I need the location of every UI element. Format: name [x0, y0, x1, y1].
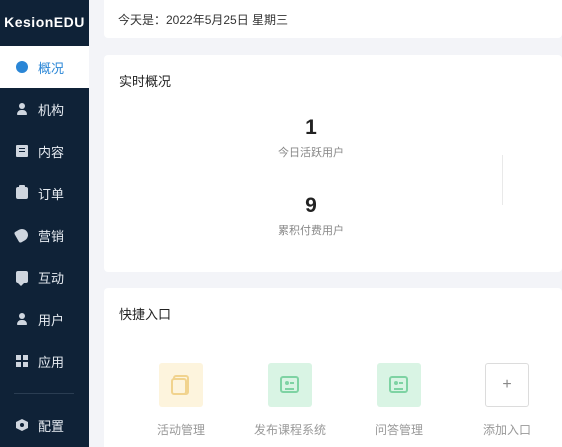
stat-paid-users: 9 累积付费用户 — [264, 194, 358, 238]
stat-value: 1 — [305, 116, 317, 139]
content-icon — [16, 145, 28, 157]
sidebar-item-label: 配置 — [38, 418, 65, 434]
quick-entry-card: 快捷入口 活动管理 发布课程系统 问答管理 + 添加入口 — [104, 288, 562, 447]
stat-divider — [502, 155, 503, 205]
chat-icon — [16, 271, 28, 286]
sidebar-item-orders[interactable]: 订单 — [0, 172, 89, 214]
sidebar-item-label: 内容 — [38, 144, 65, 160]
sidebar-item-label: 机构 — [38, 102, 65, 118]
brand-logo[interactable]: KesionEDU — [0, 0, 89, 44]
tag-icon — [13, 226, 31, 244]
sidebar-item-label: 用户 — [38, 312, 65, 328]
sidebar-item-overview[interactable]: 概况 — [0, 46, 89, 88]
sidebar-item-marketing[interactable]: 营销 — [0, 214, 89, 256]
realtime-title: 实时概况 — [119, 74, 172, 89]
sidebar-item-settings[interactable]: 配置 — [0, 404, 89, 446]
quick-item-qa[interactable]: 问答管理 — [353, 363, 445, 438]
quick-item-label: 添加入口 — [482, 423, 531, 437]
quick-title: 快捷入口 — [119, 307, 172, 322]
sidebar-item-label: 订单 — [38, 186, 65, 202]
quick-item-label: 发布课程系统 — [253, 423, 326, 437]
quick-item-label: 活动管理 — [156, 423, 205, 437]
sidebar: KesionEDU 概况 机构 内容 订单 营销 互动 用户 应用 配置 — [0, 0, 89, 447]
settings-icon — [16, 419, 28, 431]
sidebar-divider — [14, 393, 74, 394]
sidebar-item-interaction[interactable]: 互动 — [0, 256, 89, 298]
sidebar-item-label: 应用 — [38, 354, 65, 370]
grid-icon — [16, 355, 28, 367]
plus-icon: + — [485, 363, 529, 407]
sidebar-item-label: 营销 — [38, 228, 65, 244]
stat-active-users: 1 今日活跃用户 — [264, 116, 358, 160]
qa-icon — [377, 363, 421, 407]
sidebar-item-apps[interactable]: 应用 — [0, 340, 89, 382]
user-icon — [16, 313, 28, 325]
quick-item-add[interactable]: + 添加入口 — [461, 363, 553, 438]
date-text: 今天是：2022年5月25日 星期三 — [118, 12, 289, 27]
realtime-overview-card: 实时概况 1 今日活跃用户 9 累积付费用户 — [104, 55, 562, 272]
stat-value: 9 — [305, 194, 317, 217]
activity-icon — [159, 363, 203, 407]
quick-item-course[interactable]: 发布课程系统 — [244, 363, 336, 438]
course-icon — [268, 363, 312, 407]
stat-label: 今日活跃用户 — [278, 147, 344, 159]
sidebar-item-label: 概况 — [38, 60, 65, 76]
stat-label: 累积付费用户 — [278, 225, 344, 237]
header-bar: 今天是：2022年5月25日 星期三 — [104, 0, 562, 38]
dashboard-icon — [16, 61, 28, 73]
clipboard-icon — [16, 185, 28, 199]
person-icon — [16, 103, 28, 115]
sidebar-item-label: 互动 — [38, 270, 65, 286]
quick-item-label: 问答管理 — [374, 423, 423, 437]
sidebar-item-users[interactable]: 用户 — [0, 298, 89, 340]
sidebar-item-content[interactable]: 内容 — [0, 130, 89, 172]
sidebar-item-institution[interactable]: 机构 — [0, 88, 89, 130]
quick-item-activity[interactable]: 活动管理 — [135, 363, 227, 438]
